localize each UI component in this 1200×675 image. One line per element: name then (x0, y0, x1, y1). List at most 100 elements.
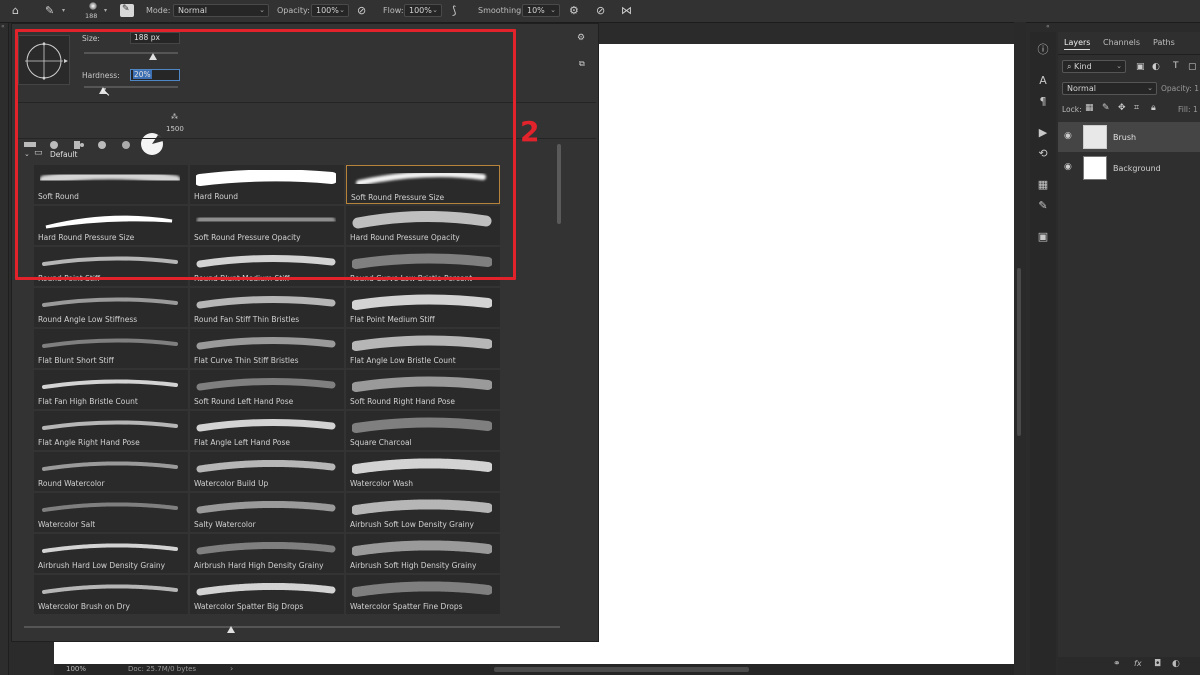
brush-preset-item[interactable]: Flat Curve Thin Stiff Bristles (190, 329, 344, 368)
brush-preset-item[interactable]: Flat Angle Left Hand Pose (190, 411, 344, 450)
tab-layers[interactable]: Layers (1064, 38, 1091, 50)
brush-preset-name: Flat Fan High Bristle Count (38, 397, 138, 406)
gear-icon[interactable]: ⚙ (569, 5, 579, 16)
list-scrollbar-thumb[interactable] (557, 144, 561, 224)
brush-preset-item[interactable]: Airbrush Soft Low Density Grainy (346, 493, 500, 532)
brush-stroke-preview (196, 541, 336, 555)
lock-transparent-icon[interactable]: ▦ (1085, 103, 1094, 113)
layer-row-background[interactable]: ◉ Background (1058, 153, 1200, 183)
history-icon[interactable]: ⟲ (1034, 145, 1052, 163)
paragraph-icon[interactable]: ¶ (1034, 93, 1052, 111)
lock-position-icon[interactable]: ✥ (1118, 103, 1126, 113)
brush-preset-item[interactable]: Flat Blunt Short Stiff (34, 329, 188, 368)
collapse-icon[interactable]: « (1046, 23, 1050, 30)
options-bar: ⌂ ✎ ▾ 188 ▾ ✎ Mode: Normal ⌄ Opacity: 100… (0, 0, 1200, 23)
horizontal-scrollbar[interactable] (494, 667, 749, 672)
layer-name[interactable]: Brush (1113, 133, 1136, 142)
adjustment-layer-icon[interactable]: ◐ (1172, 659, 1180, 669)
brush-preset-name: Round Fan Stiff Thin Bristles (194, 315, 300, 324)
flow-label: Flow: (383, 6, 404, 15)
airbrush-icon[interactable]: ⟆ (452, 5, 456, 16)
filter-shape-icon[interactable]: ▢ (1188, 62, 1197, 72)
blend-mode-select[interactable]: Normal ⌄ (1062, 82, 1157, 95)
brush-preset-name: Round Watercolor (38, 479, 105, 488)
brush-preset-item[interactable]: Watercolor Wash (346, 452, 500, 491)
visibility-eye-icon[interactable]: ◉ (1064, 131, 1072, 141)
brush-size-readout: 188 (85, 12, 98, 20)
brush-preset-item[interactable]: Flat Fan High Bristle Count (34, 370, 188, 409)
visibility-eye-icon[interactable]: ◉ (1064, 162, 1072, 172)
add-mask-icon[interactable]: ◘ (1154, 659, 1161, 669)
brush-stroke-preview (42, 543, 178, 553)
chevron-down-icon[interactable]: ▾ (104, 7, 107, 14)
brush-preset-item[interactable]: Airbrush Soft High Density Grainy (346, 534, 500, 573)
vertical-scrollbar-thumb[interactable] (1017, 268, 1021, 436)
brush-stroke-preview (196, 582, 336, 596)
tab-paths[interactable]: Paths (1153, 38, 1175, 47)
lock-artboard-icon[interactable]: ⌗ (1134, 103, 1139, 113)
smoothing-field[interactable]: 10% ⌄ (522, 4, 560, 17)
play-actions-icon[interactable]: ▶ (1034, 124, 1052, 142)
brush-preset-item[interactable]: Flat Angle Low Bristle Count (346, 329, 500, 368)
mode-label: Mode: (146, 6, 171, 15)
tab-channels[interactable]: Channels (1103, 38, 1140, 47)
symmetry-icon[interactable]: ⋈ (621, 5, 632, 16)
brush-preset-item[interactable]: Airbrush Hard Low Density Grainy (34, 534, 188, 573)
collapse-icon[interactable]: « (1, 23, 5, 30)
layer-opacity-value[interactable]: 1 (1194, 84, 1199, 93)
create-new-preset-icon[interactable]: ⧉ (579, 59, 585, 69)
layer-row-brush[interactable]: ◉ Brush (1058, 122, 1200, 152)
link-layers-icon[interactable]: ⚭ (1113, 659, 1121, 669)
brush-preset-item[interactable]: Watercolor Spatter Big Drops (190, 575, 344, 614)
brush-preset-picker[interactable]: 188 (84, 1, 102, 21)
mode-select[interactable]: Normal ⌄ (173, 4, 269, 17)
brush-preset-item[interactable]: Watercolor Spatter Fine Drops (346, 575, 500, 614)
brush-preset-item[interactable]: Salty Watercolor (190, 493, 344, 532)
brush-tool-icon[interactable]: ✎ (45, 5, 54, 16)
brush-preset-item[interactable]: Soft Round Right Hand Pose (346, 370, 500, 409)
brush-preset-item[interactable]: Square Charcoal (346, 411, 500, 450)
filter-adjustment-icon[interactable]: ◐ (1152, 62, 1160, 72)
brush-stroke-preview (352, 335, 492, 351)
brush-preset-item[interactable]: Watercolor Brush on Dry (34, 575, 188, 614)
swatches-icon[interactable]: ▦ (1034, 176, 1052, 194)
preview-size-slider[interactable] (24, 626, 560, 628)
zoom-readout[interactable]: 100% (66, 665, 86, 673)
libraries-icon[interactable]: ▣ (1034, 228, 1052, 246)
panel-settings-gear-icon[interactable]: ⚙ (577, 33, 585, 43)
brush-preset-item[interactable]: Soft Round Left Hand Pose (190, 370, 344, 409)
pressure-size-icon[interactable]: ⊘ (596, 5, 605, 16)
character-icon[interactable]: A (1034, 72, 1052, 90)
filter-kind-select[interactable]: ⌕ Kind ⌄ (1062, 60, 1126, 73)
brush-preset-item[interactable]: Flat Angle Right Hand Pose (34, 411, 188, 450)
brush-preset-item[interactable]: Round Watercolor (34, 452, 188, 491)
brush-preset-item[interactable]: Flat Point Medium Stiff (346, 288, 500, 327)
filter-type-icon[interactable]: T (1173, 61, 1179, 71)
brush-preview-icon (89, 2, 97, 10)
pressure-opacity-icon[interactable]: ⊘ (357, 5, 366, 16)
brush-preset-item[interactable]: Round Angle Low Stiffness (34, 288, 188, 327)
brush-preset-name: Watercolor Build Up (194, 479, 269, 488)
brush-preset-item[interactable]: Watercolor Salt (34, 493, 188, 532)
brush-settings-icon[interactable]: ✎ (120, 4, 134, 17)
lock-all-icon[interactable]: 🔒︎ (1151, 103, 1156, 113)
chevron-down-icon[interactable]: ▾ (62, 7, 65, 14)
brush-preset-name: Flat Blunt Short Stiff (38, 356, 114, 365)
info-icon[interactable]: ⓘ (1034, 41, 1052, 59)
brush-panel-icon[interactable]: ✎ (1034, 197, 1052, 215)
filter-image-icon[interactable]: ▣ (1136, 62, 1145, 72)
fill-label: Fill: 1 (1178, 105, 1198, 114)
fx-icon[interactable]: fx (1134, 659, 1142, 668)
chevron-right-icon[interactable]: › (230, 664, 233, 673)
home-icon[interactable]: ⌂ (12, 5, 19, 16)
fill-value[interactable]: 1 (1193, 105, 1198, 114)
brush-stroke-preview (196, 418, 336, 432)
brush-preset-item[interactable]: Watercolor Build Up (190, 452, 344, 491)
brush-preset-item[interactable]: Round Fan Stiff Thin Bristles (190, 288, 344, 327)
brush-preset-item[interactable]: Airbrush Hard High Density Grainy (190, 534, 344, 573)
opacity-field[interactable]: 100% ⌄ (311, 4, 349, 17)
flow-field[interactable]: 100% ⌄ (404, 4, 442, 17)
lock-image-icon[interactable]: ✎ (1102, 103, 1110, 113)
layer-name[interactable]: Background (1113, 164, 1161, 173)
preview-size-slider-thumb[interactable] (227, 626, 235, 633)
